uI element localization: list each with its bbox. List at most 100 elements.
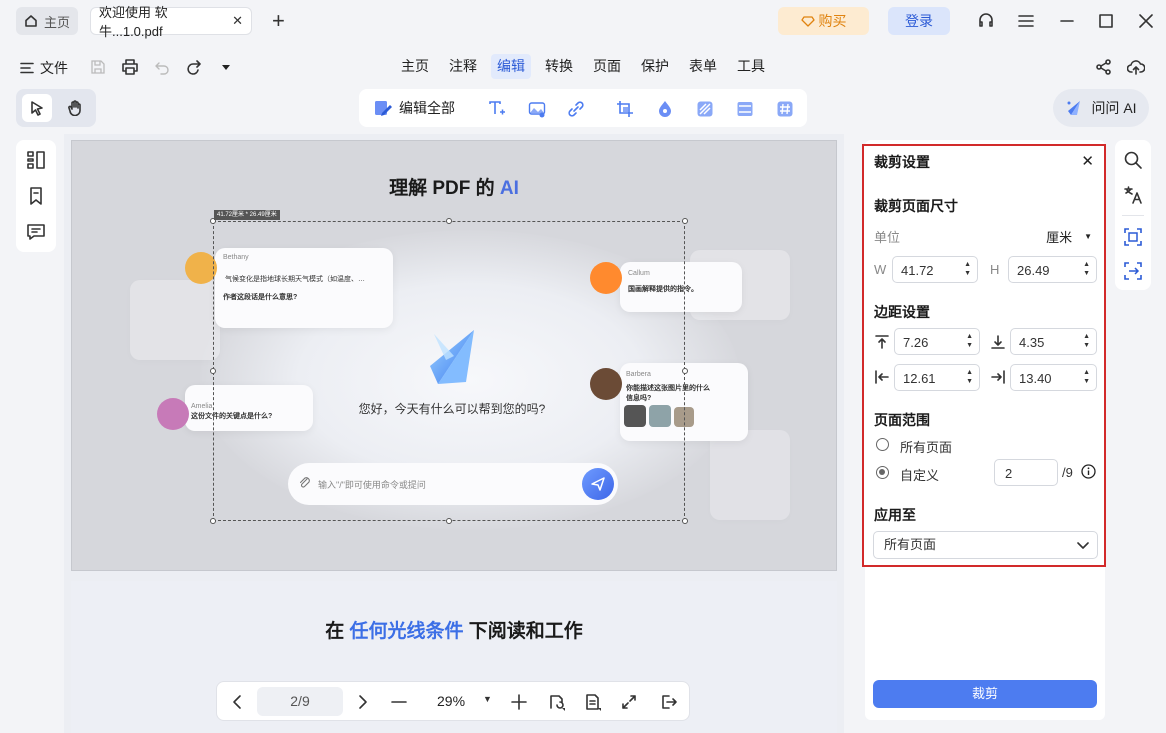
menu-form[interactable]: 表单	[683, 54, 723, 79]
close-panel-icon[interactable]: ✕	[1081, 152, 1094, 170]
maximize-icon[interactable]	[1095, 10, 1117, 32]
bates-number-icon[interactable]	[775, 99, 795, 119]
hand-tool-button[interactable]	[60, 94, 90, 122]
zoom-dropdown-icon[interactable]: ▼	[483, 694, 492, 704]
crop-handle[interactable]	[210, 368, 216, 374]
fit-page-icon[interactable]	[659, 692, 679, 712]
divider	[1122, 215, 1144, 216]
menu-edit[interactable]: 编辑	[491, 54, 531, 79]
zoom-out-icon[interactable]	[389, 692, 409, 712]
margin-heading: 边距设置	[874, 304, 930, 320]
edit-all-label: 编辑全部	[399, 100, 455, 116]
stepper-icon[interactable]: ▲ ▼	[966, 332, 973, 350]
menu-protect[interactable]: 保护	[635, 54, 675, 79]
add-text-icon[interactable]	[487, 99, 507, 119]
stepper-icon[interactable]: ▲ ▼	[964, 260, 971, 278]
ocr-icon[interactable]	[1123, 227, 1143, 247]
stepper-icon[interactable]: ▲ ▼	[1083, 368, 1090, 386]
chat-card-name: Amelia	[191, 403, 213, 410]
radio-custom-label[interactable]: 自定义	[900, 465, 939, 484]
page-layout-icon[interactable]	[583, 692, 603, 712]
crop-handle[interactable]	[210, 518, 216, 524]
buy-button[interactable]: 购买	[778, 7, 869, 35]
fullscreen-icon[interactable]	[619, 692, 639, 712]
menu-icon[interactable]	[1015, 10, 1037, 32]
add-link-icon[interactable]	[566, 99, 586, 119]
margin-right-field[interactable]: 13.40 ▲ ▼	[1010, 364, 1097, 391]
custom-page-value: 2	[1005, 466, 1013, 481]
new-tab-button[interactable]: +	[272, 8, 285, 34]
minimize-icon[interactable]	[1056, 10, 1078, 32]
crop-handle[interactable]	[682, 518, 688, 524]
redo-icon[interactable]	[184, 57, 204, 77]
unit-select[interactable]: 厘米 ▼	[1046, 227, 1092, 246]
tab-home[interactable]: 主页	[16, 7, 78, 35]
header-footer-icon[interactable]	[735, 99, 755, 119]
crop-handle[interactable]	[446, 518, 452, 524]
tab-document[interactable]: 欢迎使用 软牛...1.0.pdf ✕	[90, 5, 252, 39]
apply-to-select[interactable]: 所有页面	[873, 531, 1098, 559]
crop-page-icon[interactable]	[615, 99, 635, 119]
crop-button[interactable]: 裁剪	[873, 680, 1097, 708]
menu-page[interactable]: 页面	[587, 54, 627, 79]
menu-home[interactable]: 主页	[395, 54, 435, 79]
compare-icon[interactable]	[1123, 261, 1143, 281]
radio-all-pages[interactable]	[876, 438, 889, 451]
stepper-icon[interactable]: ▲ ▼	[1083, 332, 1090, 350]
crop-handle[interactable]	[682, 368, 688, 374]
edit-all-button[interactable]: 编辑全部	[373, 98, 455, 118]
menu-annotate[interactable]: 注释	[443, 54, 483, 79]
radio-all-pages-label[interactable]: 所有页面	[900, 437, 952, 456]
close-tab-icon[interactable]: ✕	[232, 13, 243, 29]
add-image-icon[interactable]	[527, 99, 547, 119]
print-icon[interactable]	[120, 57, 140, 77]
margin-top-field[interactable]: 7.26 ▲ ▼	[894, 328, 980, 355]
select-tool-button[interactable]	[22, 94, 52, 122]
ask-ai-label: 问问 AI	[1091, 100, 1137, 116]
chevron-down-icon	[1077, 540, 1089, 550]
custom-page-input[interactable]: 2	[994, 459, 1058, 486]
thumbnails-icon[interactable]	[26, 150, 46, 170]
decorative-card	[130, 280, 220, 360]
info-icon[interactable]	[1081, 464, 1096, 479]
previous-page-icon[interactable]	[227, 692, 247, 712]
share-icon[interactable]	[1094, 57, 1114, 77]
stepper-icon[interactable]: ▲ ▼	[966, 368, 973, 386]
headset-icon[interactable]	[975, 10, 997, 32]
zoom-level[interactable]: 29%	[437, 693, 465, 709]
bookmark-icon[interactable]	[26, 186, 46, 206]
menu-tools[interactable]: 工具	[731, 54, 771, 79]
watermark-icon[interactable]	[655, 99, 675, 119]
next-page-icon[interactable]	[353, 692, 373, 712]
cursor-icon	[29, 100, 45, 116]
zoom-in-icon[interactable]	[509, 692, 529, 712]
background-icon[interactable]	[695, 99, 715, 119]
width-field[interactable]: 41.72 ▲ ▼	[892, 256, 978, 283]
crop-handle[interactable]	[682, 218, 688, 224]
crop-handle[interactable]	[446, 218, 452, 224]
rotate-view-icon[interactable]	[547, 692, 567, 712]
save-icon[interactable]	[88, 57, 108, 77]
crop-selection-box[interactable]	[210, 218, 688, 524]
comment-icon[interactable]	[26, 222, 46, 242]
crop-panel-title: 裁剪设置	[874, 154, 930, 170]
page-number-input[interactable]: 2/9	[257, 687, 343, 716]
margin-left-field[interactable]: 12.61 ▲ ▼	[894, 364, 980, 391]
ask-ai-button[interactable]: 问问 AI	[1053, 89, 1149, 127]
stepper-icon[interactable]: ▲ ▼	[1083, 260, 1090, 278]
login-button[interactable]: 登录	[888, 7, 950, 35]
translate-icon[interactable]	[1123, 185, 1143, 205]
home-icon	[24, 14, 38, 28]
radio-custom[interactable]	[876, 466, 889, 479]
file-menu[interactable]: 文件	[20, 58, 68, 78]
height-field[interactable]: 26.49 ▲ ▼	[1008, 256, 1097, 283]
close-window-icon[interactable]	[1135, 10, 1157, 32]
tab-document-label: 欢迎使用 软牛...1.0.pdf	[99, 5, 168, 39]
quick-access-dropdown-icon[interactable]	[216, 57, 236, 77]
cloud-upload-icon[interactable]	[1126, 57, 1146, 77]
menu-convert[interactable]: 转换	[539, 54, 579, 79]
undo-icon[interactable]	[152, 57, 172, 77]
page2-heading-end: 下阅读和工作	[463, 621, 583, 642]
margin-bottom-field[interactable]: 4.35 ▲ ▼	[1010, 328, 1097, 355]
search-icon[interactable]	[1123, 150, 1143, 170]
